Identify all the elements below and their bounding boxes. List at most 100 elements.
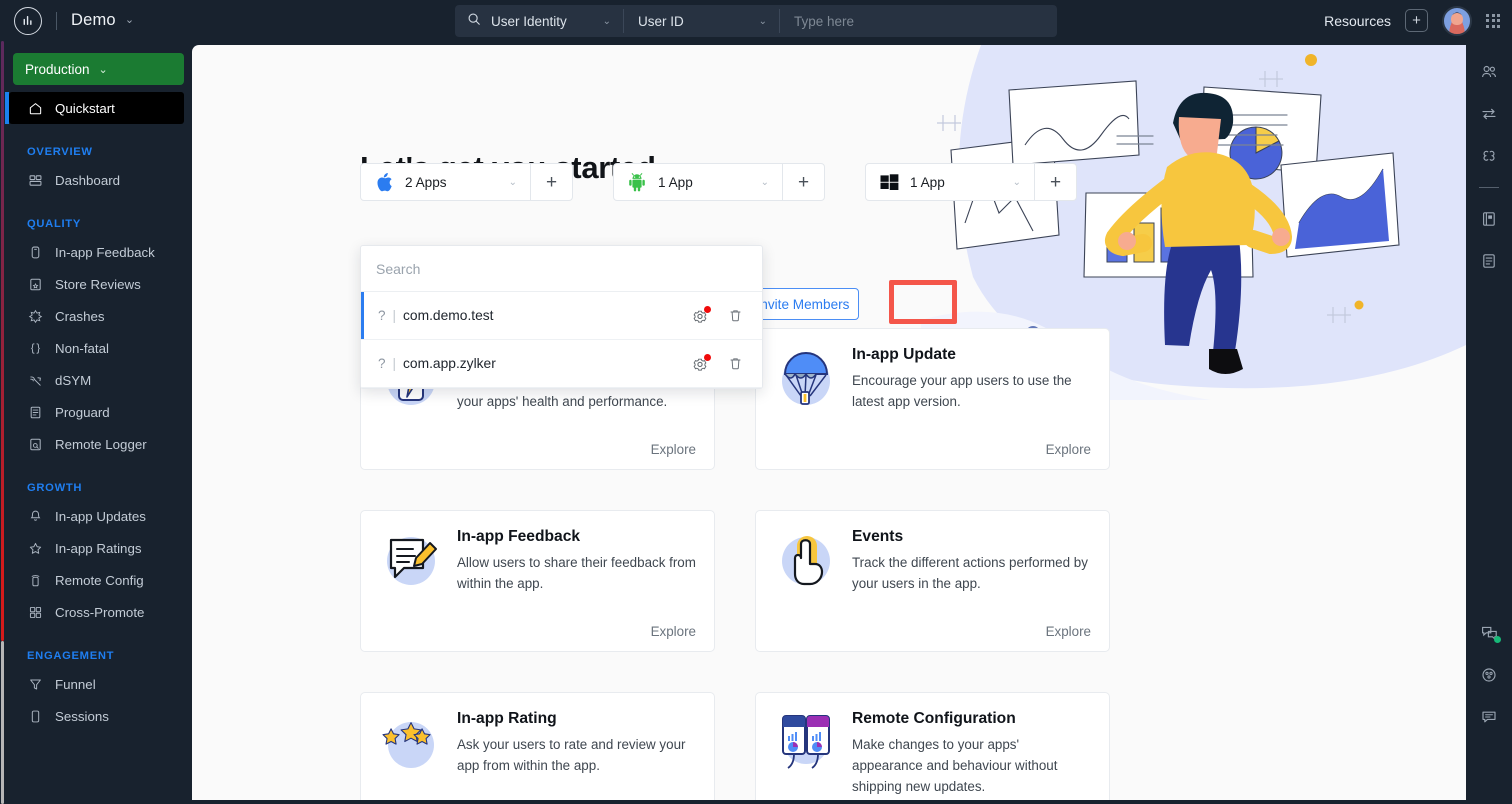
sidebar-item-label: Crashes (55, 308, 105, 324)
feature-card-remote-configuration[interactable]: Remote Configuration Make changes to you… (755, 692, 1110, 800)
sidebar-item-cross-promote[interactable]: Cross-Promote (5, 596, 192, 628)
platform-selector-windows[interactable]: 1 App ⌄ + (865, 163, 1077, 201)
sidebar-item-crashes[interactable]: Crashes (5, 300, 192, 332)
sidebar-item-dsym[interactable]: dSYM (5, 364, 192, 396)
sidebar-group-overview: OVERVIEW (27, 146, 93, 158)
sidebar-item-remote-logger[interactable]: Remote Logger (5, 428, 192, 460)
environment-selector[interactable]: Production ⌄ (13, 53, 184, 85)
invite-members-button[interactable]: Invite Members (747, 288, 859, 320)
sidebar-item-in-app-feedback[interactable]: In-app Feedback (5, 236, 192, 268)
feature-card-grid: Crash Analytics Easily identify what iss… (360, 328, 1110, 800)
sidebar-item-non-fatal[interactable]: Non-fatal (5, 332, 192, 364)
community-icon[interactable] (1466, 654, 1512, 696)
sidebar-item-in-app-updates[interactable]: In-app Updates (5, 500, 192, 532)
dropdown-search-input[interactable] (376, 260, 747, 277)
card-description: Ask your users to rate and review your a… (457, 737, 686, 773)
main-content: Let's get you started 2 Apps ⌄ + 1 App ⌄ (192, 45, 1466, 800)
android-icon (627, 172, 647, 192)
platform-selector-ios[interactable]: 2 Apps ⌄ + (360, 163, 573, 201)
sidebar: Production ⌄ Quickstart OVERVIEW Dashboa… (5, 41, 192, 804)
integrations-icon[interactable] (1466, 135, 1512, 177)
platform-selector-android[interactable]: 1 App ⌄ + (613, 163, 825, 201)
add-windows-app-button[interactable]: + (1035, 163, 1076, 201)
ios-apps-dropdown: ? | com.demo.test ? | com.app.zylker (360, 245, 957, 389)
sidebar-item-store-reviews[interactable]: Store Reviews (5, 268, 192, 300)
explore-link[interactable]: Explore (1046, 442, 1091, 457)
sidebar-item-quickstart[interactable]: Quickstart (5, 92, 184, 124)
resources-link[interactable]: Resources (1324, 13, 1391, 29)
notebook-icon[interactable] (1466, 198, 1512, 240)
remote-configuration-art (774, 712, 838, 800)
page-scrollbar[interactable] (0, 41, 5, 804)
feature-card-events[interactable]: Events Track the different actions perfo… (755, 510, 1110, 652)
card-title: In-app Rating (457, 710, 557, 727)
platform-ios-body[interactable]: 2 Apps ⌄ (361, 172, 530, 192)
dropdown-search[interactable] (361, 246, 762, 292)
add-ios-app-button[interactable]: + (531, 163, 572, 201)
avatar[interactable] (1442, 5, 1472, 36)
windows-icon (879, 172, 899, 192)
card-description: Make changes to your apps' appearance an… (852, 737, 1058, 794)
chevron-down-icon: ⌄ (760, 176, 769, 188)
app-settings-icon[interactable] (691, 353, 711, 373)
sidebar-item-sessions[interactable]: Sessions (5, 700, 192, 732)
app-package-name: com.demo.test (403, 308, 494, 323)
phone-icon (27, 708, 43, 724)
card-title: In-app Update (852, 346, 956, 363)
search-field-selector[interactable]: User ID ⌄ (624, 5, 779, 37)
top-bar-actions: Resources + (1324, 0, 1512, 41)
braces-icon (27, 340, 43, 356)
users-icon[interactable] (1466, 51, 1512, 93)
platform-android-body[interactable]: 1 App ⌄ (614, 172, 782, 192)
scrollbar-track[interactable] (1, 641, 4, 804)
bell-icon (27, 508, 43, 524)
chevron-down-icon: ⌄ (602, 15, 611, 27)
add-android-app-button[interactable]: + (783, 163, 824, 201)
sidebar-item-label: dSYM (55, 372, 92, 388)
sidebar-item-label: In-app Updates (55, 508, 146, 524)
sidebar-item-proguard[interactable]: Proguard (5, 396, 192, 428)
transfer-arrows-icon[interactable] (1466, 93, 1512, 135)
sidebar-group-engagement: ENGAGEMENT (27, 650, 115, 662)
chevron-down-icon[interactable]: ⌄ (125, 15, 134, 26)
sidebar-item-funnel[interactable]: Funnel (5, 668, 192, 700)
chevron-down-icon: ⌄ (508, 176, 517, 188)
dropdown-app-row[interactable]: ? | com.app.zylker (361, 340, 762, 388)
app-settings-icon[interactable] (691, 305, 711, 325)
sidebar-group-growth: GROWTH (27, 482, 83, 494)
environment-label: Production (25, 61, 90, 77)
notification-badge (704, 305, 711, 313)
chat-windows-icon[interactable] (1466, 612, 1512, 654)
trash-icon[interactable] (726, 355, 744, 373)
analytics-logo-icon[interactable] (14, 6, 42, 35)
explore-link[interactable]: Explore (651, 442, 696, 457)
workspace-name[interactable]: Demo (71, 11, 116, 30)
explore-link[interactable]: Explore (651, 624, 696, 639)
apps-grid-icon[interactable] (1486, 13, 1500, 28)
add-button[interactable]: + (1405, 9, 1428, 32)
platform-windows-body[interactable]: 1 App ⌄ (866, 172, 1034, 192)
sidebar-item-label: Sessions (55, 708, 109, 724)
platform-android-label: 1 App (658, 174, 693, 190)
feedback-chat-icon[interactable] (1466, 696, 1512, 738)
document-lines-icon (27, 404, 43, 420)
platform-ios-label: 2 Apps (405, 174, 447, 190)
search-input[interactable] (780, 5, 1057, 37)
dropdown-app-row[interactable]: ? | com.demo.test (361, 292, 762, 340)
sidebar-item-in-app-ratings[interactable]: In-app Ratings (5, 532, 192, 564)
feature-card-in-app-update[interactable]: In-app Update Encourage your app users t… (755, 328, 1110, 470)
trash-icon[interactable] (726, 307, 744, 325)
sidebar-item-remote-config[interactable]: Remote Config (5, 564, 192, 596)
app-package-name: com.app.zylker (403, 356, 496, 371)
document-icon[interactable] (1466, 240, 1512, 282)
feature-card-in-app-feedback[interactable]: In-app Feedback Allow users to share the… (360, 510, 715, 652)
row-actions (691, 353, 744, 373)
sidebar-item-label: Dashboard (55, 172, 121, 188)
remote-config-icon (27, 572, 43, 588)
grid-squares-icon (27, 604, 43, 620)
scrollbar-thumb[interactable] (1, 41, 4, 641)
sidebar-item-dashboard[interactable]: Dashboard (5, 164, 192, 196)
search-scope-selector[interactable]: User Identity ⌄ (455, 5, 623, 37)
explore-link[interactable]: Explore (1046, 624, 1091, 639)
feature-card-in-app-rating[interactable]: In-app Rating Ask your users to rate and… (360, 692, 715, 800)
